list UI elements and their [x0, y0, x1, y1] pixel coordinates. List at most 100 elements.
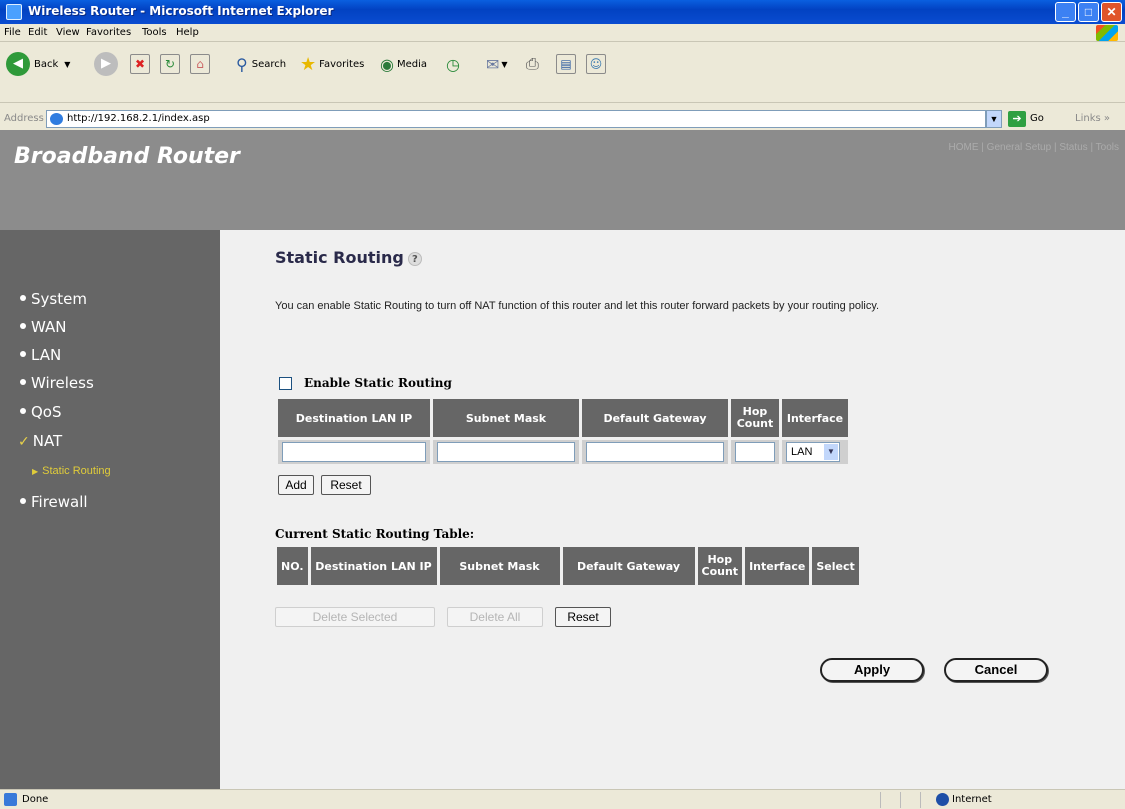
- sidebar-label: QoS: [31, 403, 62, 421]
- go-button[interactable]: Go: [1030, 113, 1044, 124]
- refresh-button[interactable]: ↻: [160, 51, 180, 77]
- home-icon: ⌂: [190, 54, 210, 74]
- enable-static-routing-row: Enable Static Routing: [279, 376, 452, 390]
- window-titlebar: Wireless Router - Microsoft Internet Exp…: [0, 0, 1125, 24]
- minimize-button[interactable]: _: [1055, 2, 1076, 22]
- mail-dropdown-icon[interactable]: ▼: [501, 60, 507, 69]
- menu-help[interactable]: Help: [176, 27, 199, 38]
- current-routing-table: NO. Destination LAN IP Subnet Mask Defau…: [274, 544, 862, 588]
- address-dropdown-icon[interactable]: ▼: [986, 110, 1002, 128]
- sidebar-item-lan[interactable]: LAN: [20, 346, 61, 364]
- delete-selected-button[interactable]: Delete Selected: [275, 607, 435, 627]
- header-hop-count: Hop Count: [697, 547, 743, 585]
- interface-value: LAN: [791, 446, 813, 458]
- search-label: Search: [251, 58, 287, 70]
- sidebar-label: NAT: [32, 432, 63, 450]
- search-button[interactable]: ⚲ Search: [236, 51, 286, 77]
- close-button[interactable]: ✕: [1101, 2, 1122, 22]
- refresh-icon: ↻: [160, 54, 180, 74]
- sidebar-sublabel: Static Routing: [42, 465, 111, 477]
- enable-static-routing-checkbox[interactable]: [279, 376, 292, 390]
- url-input[interactable]: http://192.168.2.1/index.asp: [46, 110, 986, 128]
- header-subnet-mask: Subnet Mask: [439, 547, 560, 585]
- cancel-button[interactable]: Cancel: [944, 658, 1048, 682]
- header-destination-lan-ip: Destination LAN IP: [310, 547, 437, 585]
- back-dropdown-icon[interactable]: ▼: [64, 60, 70, 69]
- bullet-icon: [20, 408, 26, 414]
- go-arrow-icon[interactable]: ➔: [1008, 111, 1026, 127]
- page-done-icon: [4, 793, 17, 806]
- media-button[interactable]: ◉ Media: [380, 51, 427, 77]
- hop-cell: [731, 440, 779, 464]
- messenger-icon: ☺: [586, 54, 606, 74]
- bullet-icon: [20, 498, 26, 504]
- status-text: Done: [22, 794, 49, 805]
- apply-button[interactable]: Apply: [820, 658, 924, 682]
- help-icon[interactable]: ?: [407, 252, 422, 266]
- sidebar-label: LAN: [31, 346, 62, 364]
- bullet-icon: [20, 323, 26, 329]
- edit-icon: ▤: [556, 54, 576, 74]
- links-button[interactable]: Links »: [1075, 113, 1110, 124]
- zone-text: Internet: [952, 794, 992, 805]
- menu-file[interactable]: File: [4, 27, 21, 38]
- enable-static-routing-label: Enable Static Routing: [304, 376, 452, 390]
- destination-lan-ip-input[interactable]: [282, 442, 426, 462]
- status-divider: [880, 792, 881, 808]
- windows-logo-icon: [1096, 25, 1118, 41]
- bullet-icon: [20, 351, 26, 357]
- window-title: Wireless Router - Microsoft Internet Exp…: [28, 4, 334, 18]
- hop-count-input[interactable]: [735, 442, 775, 462]
- sidebar-item-firewall[interactable]: Firewall: [20, 493, 88, 511]
- address-label: Address: [4, 113, 44, 124]
- internet-zone-icon: [936, 793, 949, 806]
- gateway-cell: [582, 440, 728, 464]
- sidebar-item-qos[interactable]: QoS: [20, 403, 62, 421]
- current-table-title: Current Static Routing Table:: [275, 527, 475, 541]
- star-icon: ★: [300, 53, 317, 75]
- favorites-button[interactable]: ★ Favorites: [300, 51, 364, 77]
- forward-button[interactable]: ▶: [94, 51, 118, 77]
- default-gateway-input[interactable]: [586, 442, 724, 462]
- url-text: http://192.168.2.1/index.asp: [67, 113, 210, 124]
- search-icon: ⚲: [236, 54, 248, 74]
- menu-edit[interactable]: Edit: [28, 27, 47, 38]
- status-divider: [900, 792, 901, 808]
- back-button[interactable]: ◀ Back ▼: [6, 51, 70, 77]
- sidebar-item-wireless[interactable]: Wireless: [20, 374, 94, 392]
- print-button[interactable]: ⎙: [526, 51, 539, 77]
- menu-view[interactable]: View: [56, 27, 80, 38]
- delete-all-button[interactable]: Delete All: [447, 607, 543, 627]
- menu-tools[interactable]: Tools: [142, 27, 167, 38]
- bullet-icon: [20, 379, 26, 385]
- sidebar-item-wan[interactable]: WAN: [20, 318, 67, 336]
- menu-favorites[interactable]: Favorites: [86, 27, 131, 38]
- mail-icon: ✉: [486, 54, 500, 74]
- interface-select[interactable]: LAN ▼: [786, 442, 840, 462]
- stop-button[interactable]: ✖: [130, 51, 150, 77]
- main-content: Static Routing? You can enable Static Ro…: [220, 230, 1125, 789]
- reset-button[interactable]: Reset: [321, 475, 371, 495]
- arrow-right-icon: ▶: [32, 467, 39, 476]
- edit-button[interactable]: ▤: [556, 51, 576, 77]
- messenger-button[interactable]: ☺: [586, 51, 606, 77]
- maximize-button[interactable]: □: [1078, 2, 1099, 22]
- reset-table-button[interactable]: Reset: [555, 607, 611, 627]
- favorites-label: Favorites: [319, 58, 365, 70]
- history-button[interactable]: ◷: [446, 51, 460, 77]
- add-button[interactable]: Add: [278, 475, 314, 495]
- sidebar-item-system[interactable]: System: [20, 290, 87, 308]
- header-no: NO.: [277, 547, 308, 585]
- browser-toolbar: ◀ Back ▼ ▶ ✖ ↻ ⌂ ⚲ Search ★ Favorites ◉ …: [0, 43, 1125, 103]
- header-interface: Interface: [745, 547, 810, 585]
- sidebar-subitem-static-routing[interactable]: ▶ Static Routing: [32, 465, 111, 477]
- checkmark-icon: ✓: [18, 434, 30, 450]
- home-button[interactable]: ⌂: [190, 51, 210, 77]
- sidebar-item-nat[interactable]: ✓ NAT: [18, 432, 62, 450]
- menu-bar: File Edit View Favorites Tools Help: [0, 24, 1125, 42]
- top-nav[interactable]: HOME | General Setup | Status | Tools: [949, 142, 1119, 153]
- subnet-mask-input[interactable]: [437, 442, 575, 462]
- sidebar-label: Firewall: [31, 493, 88, 511]
- mail-button[interactable]: ✉ ▼: [486, 51, 508, 77]
- forward-arrow-icon: ▶: [94, 52, 118, 76]
